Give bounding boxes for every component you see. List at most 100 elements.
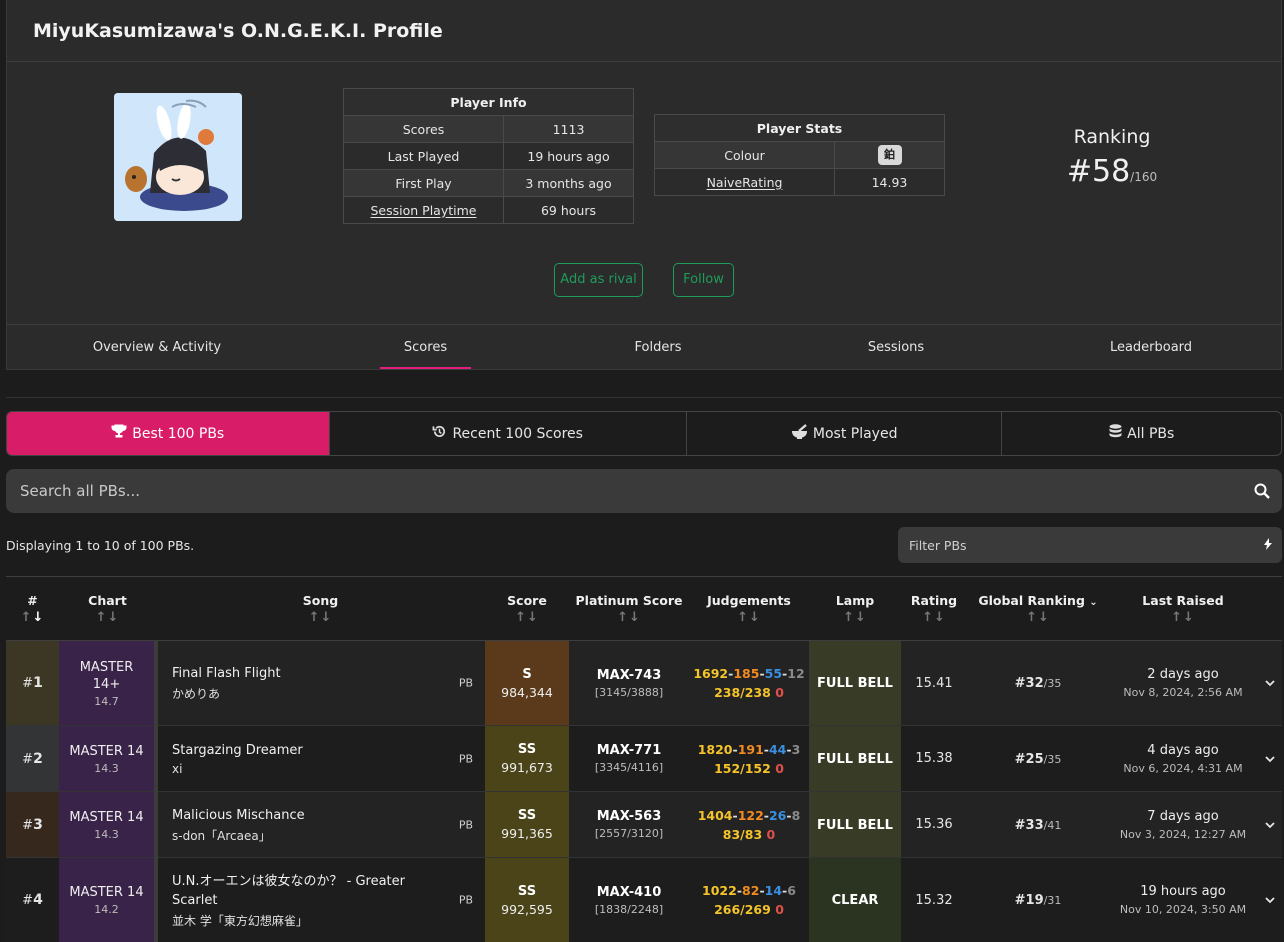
damage-count: 0 [775,760,784,776]
song-cell[interactable]: U.N.オーエンは彼女なのか？ - Greater Scarlet 並木 学「東… [156,857,485,942]
chart-cell[interactable]: MASTER 14 14.3 [59,725,158,792]
col-song[interactable]: Song ↑↓ [156,576,485,641]
chart-difficulty: MASTER 14 [69,809,144,825]
ranking-total: /160 [1130,170,1158,184]
recent-100-scores-button[interactable]: Recent 100 Scores [330,412,687,455]
global-ranking-cell: #19/31 [967,857,1109,942]
raised-absolute: Nov 8, 2024, 2:56 AM [1123,686,1243,699]
song-cell[interactable]: Stargazing Dreamer xi PB [156,725,485,792]
judge-break: 185 [733,666,760,681]
score-value: 991,365 [501,826,553,841]
profile-header: MiyuKasumizawa's O.N.G.E.K.I. Profile [7,0,1281,62]
song-title[interactable]: U.N.オーエンは彼女なのか？ - Greater Scarlet [172,872,485,910]
table-row[interactable]: #4 MASTER 14 14.2 U.N.オーエンは彼女なのか？ - Grea… [6,857,1282,942]
col-platinum-score[interactable]: Platinum Score ↑↓ [569,576,689,641]
col-judgements[interactable]: Judgements ↑↓ [689,576,809,641]
global-rank: #32 [1014,676,1044,691]
chart-cell[interactable]: MASTER 14 14.2 [59,857,158,942]
judge-miss: 12 [787,666,805,681]
judge-break: 191 [737,741,764,757]
search-bar [6,469,1282,513]
song-cell[interactable]: Malicious Mischance s-don「Arcaea」 PB [156,791,485,858]
all-pbs-button[interactable]: All PBs [1002,412,1281,455]
naive-rating-value: 14.93 [834,168,945,196]
chevron-down-icon[interactable] [1264,751,1275,767]
chart-cell[interactable]: MASTER 14 14.3 [59,791,158,858]
chart-difficulty: MASTER 14 [69,743,144,759]
chevron-down-icon[interactable] [1264,892,1275,908]
song-title[interactable]: Final Flash Flight [172,664,485,683]
lamp: FULL BELL [817,817,893,833]
expand-cell[interactable] [1257,791,1282,858]
grade: SS [517,742,537,757]
search-input[interactable] [20,482,1242,500]
player-info-table: Player Info Scores 1113 Last Played 19 hou… [343,88,634,224]
display-count: Displaying 1 to 10 of 100 PBs. [6,538,195,553]
lamp-cell: CLEAR [809,857,901,942]
global-rank: #19 [1014,893,1044,908]
table-row[interactable]: #1 MASTER 14+ 14.7 Final Flash Flight かめ… [6,640,1282,726]
song-artist: xi [172,762,183,776]
pb-badge: PB [458,818,473,831]
section-divider [6,397,1282,398]
platinum-score: MAX-771 [596,743,662,758]
song-title[interactable]: Stargazing Dreamer [172,741,485,760]
tab-leaderboard[interactable]: Leaderboard [1091,325,1211,369]
score-type-selector: Best 100 PBs Recent 100 Scores Most Play… [6,411,1282,456]
song-cell[interactable]: Final Flash Flight かめりあ PB [156,640,485,726]
trophy-icon [111,424,127,443]
bell-count: 152/152 [714,760,771,776]
most-played-button[interactable]: Most Played [687,412,1003,455]
grade: S [522,666,532,682]
tab-sessions[interactable]: Sessions [846,325,946,369]
lamp: FULL BELL [817,751,893,767]
score-cell: SS 991,365 [485,791,569,858]
avatar [114,93,242,221]
best-100-pbs-button[interactable]: Best 100 PBs [7,412,330,455]
rank-cell: #4 [6,857,59,942]
platinum-score: MAX-410 [596,884,662,900]
expand-cell[interactable] [1257,857,1282,942]
song-title[interactable]: Malicious Mischance [172,806,485,825]
col-last-raised[interactable]: Last Raised ↑↓ [1109,576,1257,641]
table-row[interactable]: #2 MASTER 14 14.3 Stargazing Dreamer xi … [6,725,1282,792]
platinum-score-cell: MAX-743 [3145/3888] [569,640,689,726]
last-raised-cell: 19 hours ago Nov 10, 2024, 3:50 AM [1109,857,1257,942]
naive-rating-label[interactable]: NaiveRating [707,175,783,190]
col-chart[interactable]: Chart ↑↓ [59,576,156,641]
last-raised-cell: 2 days ago Nov 8, 2024, 2:56 AM [1109,640,1257,726]
follow-button[interactable]: Follow [673,263,734,297]
table-row[interactable]: #3 MASTER 14 14.3 Malicious Mischance s-… [6,791,1282,858]
rating-cell: 15.36 [901,791,967,858]
chevron-down-icon[interactable] [1264,817,1275,833]
history-icon [432,424,447,443]
col-rank[interactable]: # ↑↓ [6,576,59,641]
chart-cell[interactable]: MASTER 14+ 14.7 [59,640,158,726]
col-score[interactable]: Score ↑↓ [485,576,569,641]
col-global-ranking[interactable]: Global Ranking ⌄ ↑↓ [967,576,1109,641]
best-100-pbs-label: Best 100 PBs [132,425,225,442]
search-icon[interactable] [1242,483,1282,499]
judgements-cell: 1022-82-14-6 266/269 0 [689,857,809,942]
expand-cell[interactable] [1257,725,1282,792]
col-rating[interactable]: Rating ↑↓ [901,576,967,641]
tab-scores[interactable]: Scores [380,325,471,369]
judge-miss: 8 [791,807,801,823]
score-cell: SS 991,673 [485,725,569,792]
raised-relative: 4 days ago [1147,742,1219,758]
profile-tabs: Overview & Activity Scores Folders Sessi… [7,324,1281,369]
judge-cbreak: 1692 [693,666,729,681]
tab-overview-activity[interactable]: Overview & Activity [67,325,247,369]
tab-folders[interactable]: Folders [608,325,708,369]
session-playtime-label[interactable]: Session Playtime [371,203,477,218]
pb-badge: PB [458,676,473,690]
judge-break: 82 [742,883,760,898]
add-rival-button[interactable]: Add as rival [554,263,643,297]
chevron-down-icon[interactable] [1264,675,1275,691]
global-total: /35 [1043,752,1062,766]
filter-input[interactable]: Filter PBs [898,527,1282,563]
col-lamp[interactable]: Lamp ↑↓ [809,576,901,641]
lamp-cell: FULL BELL [809,791,901,858]
global-ranking-cell: #32/35 [967,640,1109,726]
expand-cell[interactable] [1257,640,1282,726]
